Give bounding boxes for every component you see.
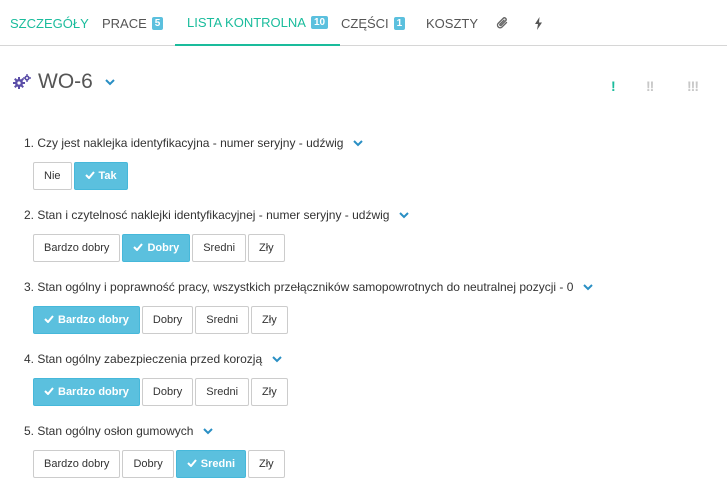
answer-option-label: Nie [44, 170, 61, 182]
answer-option-label: Dobry [147, 242, 180, 254]
answer-option-button[interactable]: Dobry [141, 306, 194, 334]
tab-checklist-badge: 10 [310, 15, 329, 29]
answer-option-label: Zły [259, 458, 274, 470]
answer-option-label: Dobry [152, 386, 183, 398]
answer-option-label: Bardzo dobry [44, 458, 110, 470]
answer-option-button[interactable]: Zły [251, 378, 288, 406]
answer-option-button[interactable]: Bardzo dobry [33, 378, 140, 406]
tab-work[interactable]: PRACE 5 [102, 0, 164, 46]
answer-option-button[interactable]: Bardzo dobry [33, 234, 121, 262]
answer-option-button[interactable]: Zły [248, 450, 285, 478]
tab-details[interactable]: SZCZEGÓŁY [10, 0, 89, 46]
answer-option-label: Sredni [200, 458, 236, 470]
checklist-answer-group: Bardzo dobry Dobry Sredni Zły [33, 450, 287, 478]
answer-option-button[interactable]: Sredni [192, 234, 247, 262]
check-icon [84, 170, 95, 182]
tab-work-badge: 5 [151, 16, 164, 30]
checklist-question-5: 5. Stan ogólny osłon gumowych [24, 424, 214, 438]
checklist-answer-group: Nie Tak [33, 162, 130, 190]
chevron-down-icon[interactable] [353, 136, 364, 150]
answer-option-label: Tak [98, 170, 117, 182]
answer-option-button[interactable]: Sredni [195, 378, 250, 406]
checklist-question-text: 3. Stan ogólny i poprawność pracy, wszys… [24, 280, 574, 294]
checklist-question-3: 3. Stan ogólny i poprawność pracy, wszys… [24, 280, 594, 294]
tab-parts-label: CZĘŚCI [341, 15, 389, 31]
answer-option-label: Zły [262, 386, 277, 398]
checklist-question-text: 4. Stan ogólny zabezpieczenia przed koro… [24, 352, 263, 366]
priority-high-button[interactable]: !!! [687, 78, 699, 94]
checklist-question-text: 5. Stan ogólny osłon gumowych [24, 424, 194, 438]
answer-option-button[interactable]: Zły [248, 234, 285, 262]
answer-option-label: Bardzo dobry [58, 314, 129, 326]
tab-bar: SZCZEGÓŁY PRACE 5 LISTA KONTROLNA 10 CZĘ… [0, 0, 727, 46]
gears-icon [13, 74, 31, 89]
paperclip-icon [496, 17, 508, 29]
chevron-down-icon[interactable] [203, 424, 214, 438]
check-icon [133, 242, 144, 254]
answer-option-label: Sredni [206, 386, 239, 398]
checklist-question-1: 1. Czy jest naklejka identyfikacyjna - n… [24, 136, 364, 150]
answer-option-button[interactable]: Dobry [141, 378, 194, 406]
answer-option-button[interactable]: Dobry [122, 234, 191, 262]
answer-option-button[interactable]: Nie [33, 162, 72, 190]
answer-option-label: Bardzo dobry [44, 242, 110, 254]
checklist-question-text: 2. Stan i czytelnosć naklejki identyfika… [24, 208, 390, 222]
answer-option-button[interactable]: Bardzo dobry [33, 450, 121, 478]
chevron-down-icon[interactable] [105, 78, 115, 86]
answer-option-button[interactable]: Bardzo dobry [33, 306, 140, 334]
tab-checklist-label: LISTA KONTROLNA [187, 14, 306, 30]
answer-option-label: Dobry [152, 314, 183, 326]
tab-actions[interactable] [534, 0, 543, 46]
checklist-answer-group: Bardzo dobry Dobry Sredni Zły [33, 306, 290, 334]
tab-checklist[interactable]: LISTA KONTROLNA 10 [175, 0, 341, 46]
priority-low-button[interactable]: ! [611, 78, 616, 94]
answer-option-button[interactable]: Sredni [195, 306, 250, 334]
tab-attachments[interactable] [496, 0, 509, 46]
answer-option-label: Zły [262, 314, 277, 326]
tab-parts-badge: 1 [393, 16, 406, 30]
checklist-question-text: 1. Czy jest naklejka identyfikacyjna - n… [24, 136, 344, 150]
tab-parts[interactable]: CZĘŚCI 1 [341, 0, 406, 46]
priority-medium-button[interactable]: !! [646, 78, 654, 94]
answer-option-button[interactable]: Zły [251, 306, 288, 334]
work-order-title: WO-6 [38, 70, 93, 93]
check-icon [44, 386, 54, 398]
chevron-down-icon[interactable] [399, 208, 410, 222]
answer-option-label: Zły [259, 242, 274, 254]
work-order-header: WO-6 [12, 68, 115, 96]
answer-option-label: Dobry [133, 458, 163, 470]
answer-option-label: Sredni [206, 314, 239, 326]
checklist-answer-group: Bardzo dobry Dobry Sredni Zły [33, 378, 290, 406]
check-icon [44, 314, 54, 326]
checklist-answer-group: Bardzo dobry Dobry Sredni Zły [33, 234, 287, 262]
answer-option-button[interactable]: Dobry [122, 450, 174, 478]
check-icon [187, 458, 197, 470]
tab-details-label: SZCZEGÓŁY [10, 15, 89, 31]
tab-costs-label: KOSZTY [426, 15, 479, 31]
chevron-down-icon[interactable] [272, 352, 282, 366]
answer-option-button[interactable]: Sredni [175, 450, 247, 478]
answer-option-label: Bardzo dobry [58, 386, 129, 398]
bolt-icon [535, 16, 542, 30]
tab-work-label: PRACE [102, 15, 147, 31]
checklist-question-2: 2. Stan i czytelnosć naklejki identyfika… [24, 208, 410, 222]
answer-option-label: Sredni [203, 242, 236, 254]
chevron-down-icon[interactable] [583, 280, 594, 294]
tab-costs[interactable]: KOSZTY [426, 0, 478, 46]
checklist-question-4: 4. Stan ogólny zabezpieczenia przed koro… [24, 352, 282, 366]
answer-option-button[interactable]: Tak [73, 162, 128, 190]
